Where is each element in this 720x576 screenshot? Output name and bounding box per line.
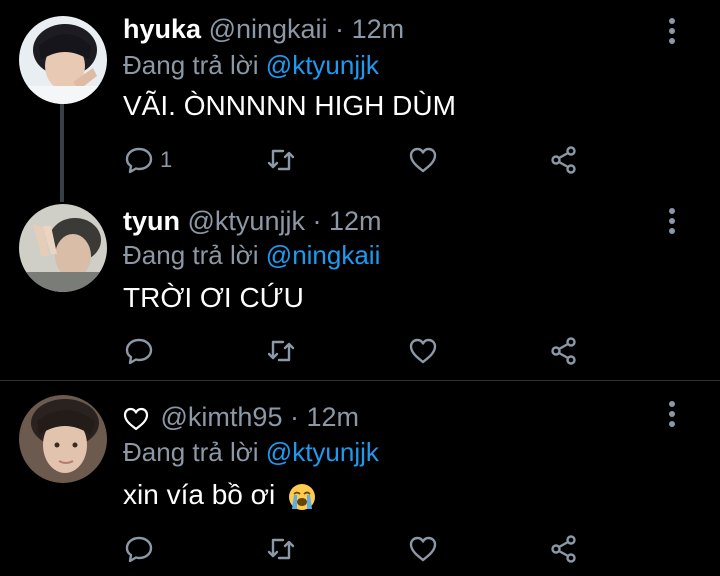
action-bar <box>0 529 720 569</box>
share-button[interactable] <box>549 140 579 180</box>
reply-icon <box>125 147 153 174</box>
tweet-kimth95[interactable]: @kimth95 · 12m Đang trả lời @ktyunjjk xi… <box>0 381 720 576</box>
action-bar <box>0 331 720 371</box>
retweet-button[interactable] <box>266 140 296 180</box>
like-button[interactable] <box>408 140 438 180</box>
retweet-button[interactable] <box>266 331 296 371</box>
heart-outline-icon <box>123 407 149 430</box>
retweet-icon <box>267 340 295 362</box>
avatar[interactable] <box>19 16 107 104</box>
reply-mention-link[interactable]: @ningkaii <box>266 240 381 270</box>
avatar[interactable] <box>19 204 107 292</box>
retweet-icon <box>267 538 295 560</box>
reply-context: Đang trả lời @ktyunjjk <box>123 435 379 469</box>
tweet-text-container: xin vía bồ ơi <box>123 477 317 513</box>
display-name[interactable]: tyun <box>123 206 180 236</box>
more-options-icon[interactable] <box>664 206 680 236</box>
user-handle[interactable]: @ktyunjjk <box>188 206 305 236</box>
heart-icon <box>409 536 437 562</box>
like-button[interactable] <box>408 529 438 569</box>
more-options-icon[interactable] <box>664 399 680 429</box>
reply-icon <box>125 338 153 365</box>
tweet-tyun[interactable]: tyun @ktyunjjk · 12m Đang trả lời @ningk… <box>0 190 720 380</box>
share-icon <box>551 535 576 563</box>
share-icon <box>551 146 576 174</box>
tweet-text: TRỜI ƠI CỨU <box>123 282 304 313</box>
loudly-crying-face-emoji <box>289 483 315 510</box>
reply-prefix: Đang trả lời <box>123 240 259 270</box>
more-options-icon[interactable] <box>664 16 680 46</box>
reply-mention-link[interactable]: @ktyunjjk <box>266 50 379 80</box>
separator-dot: · <box>335 14 345 44</box>
tweet-text: xin vía bồ ơi <box>123 479 276 510</box>
tweet-header: tyun @ktyunjjk · 12m <box>123 204 382 238</box>
avatar[interactable] <box>19 395 107 483</box>
reply-button[interactable]: 1 <box>124 140 172 180</box>
tweet-hyuka[interactable]: hyuka @ningkaii · 12m Đang trả lời @ktyu… <box>0 0 720 190</box>
separator-dot: · <box>312 206 322 236</box>
reply-context: Đang trả lời @ningkaii <box>123 238 380 272</box>
share-icon <box>551 337 576 365</box>
retweet-icon <box>267 149 295 171</box>
reply-mention-link[interactable]: @ktyunjjk <box>266 437 379 467</box>
heart-icon <box>409 147 437 173</box>
tweet-header: @kimth95 · 12m <box>123 400 359 434</box>
heart-icon <box>409 338 437 364</box>
timestamp[interactable]: 12m <box>329 206 382 236</box>
reply-button[interactable] <box>124 529 160 569</box>
retweet-button[interactable] <box>266 529 296 569</box>
share-button[interactable] <box>549 331 579 371</box>
tweet-text: VÃI. ÒNNNNN HIGH DÙM <box>123 90 456 121</box>
timestamp[interactable]: 12m <box>307 402 360 432</box>
reply-icon <box>125 536 153 563</box>
reply-context: Đang trả lời @ktyunjjk <box>123 48 379 82</box>
like-button[interactable] <box>408 331 438 371</box>
user-handle[interactable]: @kimth95 <box>161 402 283 432</box>
share-button[interactable] <box>549 529 579 569</box>
timestamp[interactable]: 12m <box>352 14 405 44</box>
reply-prefix: Đang trả lời <box>123 50 259 80</box>
display-name[interactable]: hyuka <box>123 14 201 44</box>
reply-prefix: Đang trả lời <box>123 437 259 467</box>
tweet-header: hyuka @ningkaii · 12m <box>123 12 404 46</box>
separator-dot: · <box>289 402 299 432</box>
user-handle[interactable]: @ningkaii <box>209 14 328 44</box>
reply-count: 1 <box>160 147 173 172</box>
reply-button[interactable] <box>124 331 160 371</box>
action-bar: 1 <box>0 140 720 180</box>
